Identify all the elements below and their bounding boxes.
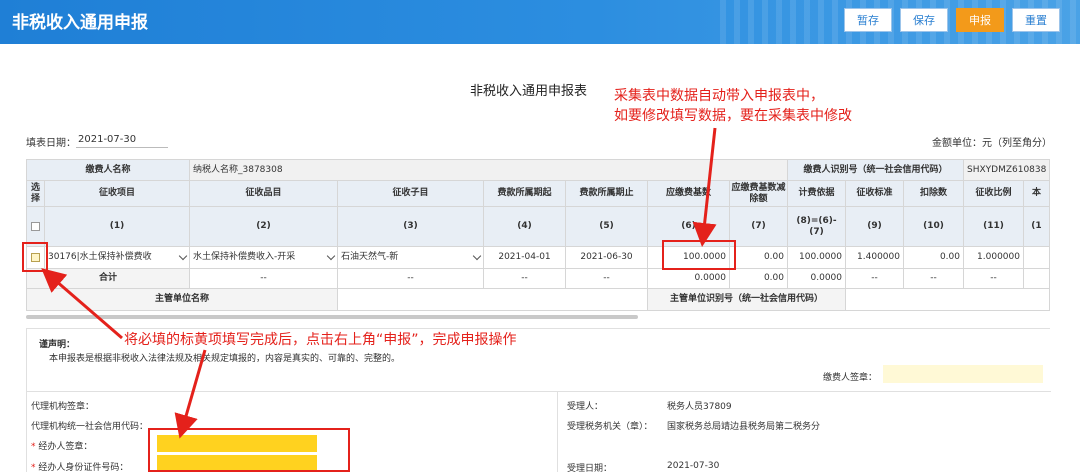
authority-value: 国家税务总局靖边县税务局第二税务分 xyxy=(667,422,821,432)
col-header-ratio: 征收比例 xyxy=(964,181,1024,207)
chevron-down-icon xyxy=(472,251,482,261)
end-date-cell: 2021-06-30 xyxy=(566,247,648,269)
select-all-cell xyxy=(26,207,45,247)
col-num-5: (5) xyxy=(566,207,648,247)
more-cell xyxy=(1024,247,1050,269)
total-dash-10: -- xyxy=(904,269,964,289)
declaration-text: 本申报表是根据非税收入法律法规及相关规定填报的，内容是真实的、可靠的、完整的。 xyxy=(49,354,401,364)
select-all-checkbox[interactable] xyxy=(31,222,40,231)
agency-seal-label: 代理机构签章： xyxy=(31,402,95,412)
unit-label: 金额单位：元（列至角分） xyxy=(932,138,1052,149)
chevron-down-icon xyxy=(326,251,336,261)
total-dash-11: -- xyxy=(964,269,1024,289)
receive-date-value: 2021-07-30 xyxy=(667,461,720,471)
col-header-basis: 计费依据 xyxy=(788,181,846,207)
receive-date-label: 受理日期： xyxy=(567,464,613,472)
subdetail-select[interactable]: 石油天然气-新 xyxy=(338,247,484,269)
subitem-select[interactable]: 水土保持补偿费收入-开采 xyxy=(190,247,338,269)
save-button[interactable]: 保存 xyxy=(900,8,948,32)
temp-save-button[interactable]: 暂存 xyxy=(844,8,892,32)
subitem-select-value: 水土保持补偿费收入-开采 xyxy=(193,252,296,262)
supervisor-name-label: 主管单位名称 xyxy=(26,289,338,311)
chevron-down-icon xyxy=(178,251,188,261)
payer-name-label: 缴费人名称 xyxy=(26,159,190,181)
total-dash-3: -- xyxy=(338,269,484,289)
standard-cell: 1.400000 xyxy=(846,247,904,269)
form-title: 非税收入通用申报表 xyxy=(470,84,588,99)
col-header-base: 应缴费基数 xyxy=(648,181,730,207)
col-header-deduct: 扣除数 xyxy=(904,181,964,207)
agency-code-label: 代理机构统一社会信用代码： xyxy=(31,422,149,432)
col-num-3: (3) xyxy=(338,207,484,247)
authority-label: 受理税务机关（章）： xyxy=(567,422,653,432)
subdetail-select-value: 石油天然气-新 xyxy=(341,252,399,262)
col-header-standard: 征收标准 xyxy=(846,181,904,207)
item-select-value: 30176|水土保持补偿费收 xyxy=(48,252,152,262)
deduct-input[interactable]: 0.00 xyxy=(904,247,964,269)
deduct-base-input[interactable]: 0.00 xyxy=(730,247,788,269)
payer-sign-field[interactable] xyxy=(883,365,1043,383)
payer-sign-label: 缴费人签章： xyxy=(823,373,878,383)
supervisor-name-value xyxy=(338,289,648,311)
handler-fields-highlight-box xyxy=(148,428,350,472)
date-underline xyxy=(76,147,168,148)
ratio-cell: 1.000000 xyxy=(964,247,1024,269)
col-num-4: (4) xyxy=(484,207,566,247)
col-num-9: (9) xyxy=(846,207,904,247)
start-date-cell: 2021-04-01 xyxy=(484,247,566,269)
payer-name-value: 纳税人名称_3878308 xyxy=(190,159,788,181)
app-title: 非税收入通用申报 xyxy=(12,13,148,33)
col-num-2: (2) xyxy=(190,207,338,247)
item-select[interactable]: 30176|水土保持补偿费收 xyxy=(45,247,190,269)
base-highlight-box xyxy=(662,240,736,270)
basis-cell: 100.0000 xyxy=(788,247,846,269)
total-deduct-base: 0.00 xyxy=(730,269,788,289)
app-header: 非税收入通用申报 暂存 保存 申报 重置 xyxy=(0,0,1080,44)
col-num-7: (7) xyxy=(730,207,788,247)
col-header-more: 本 xyxy=(1024,181,1050,207)
declare-button[interactable]: 申报 xyxy=(956,8,1004,32)
total-label: 合计 xyxy=(26,269,190,289)
col-header-item: 征收项目 xyxy=(45,181,190,207)
declaration-title: 谨声明： xyxy=(39,340,76,350)
annotation-top-line1: 采集表中数据自动带入申报表中， xyxy=(614,88,824,104)
col-num-8: (8)=(6)-(7) xyxy=(788,207,846,247)
supervisor-id-label: 主管单位识别号（统一社会信用代码） xyxy=(648,289,846,311)
total-basis: 0.0000 xyxy=(788,269,846,289)
receiver-value: 税务人员37809 xyxy=(667,402,732,412)
total-dash-4: -- xyxy=(484,269,566,289)
col-header-deduct-base: 应缴费基数减除额 xyxy=(730,181,788,207)
col-num-11: (11) xyxy=(964,207,1024,247)
reset-button[interactable]: 重置 xyxy=(1012,8,1060,32)
payer-id-value: SHXYDMZ610838 xyxy=(964,159,1050,181)
col-header-start: 费款所属期起 xyxy=(484,181,566,207)
supervisor-id-value xyxy=(846,289,1050,311)
receiver-label: 受理人： xyxy=(567,402,604,412)
total-dash-5: -- xyxy=(566,269,648,289)
payer-id-label: 缴费人识别号（统一社会信用代码） xyxy=(788,159,964,181)
col-header-subdetail: 征收子目 xyxy=(338,181,484,207)
col-num-12: (1 xyxy=(1024,207,1050,247)
handler-id-label: * 经办人身份证件号码： xyxy=(31,463,129,472)
col-num-10: (10) xyxy=(904,207,964,247)
section-divider xyxy=(27,391,1051,392)
col-num-1: (1) xyxy=(45,207,190,247)
total-more xyxy=(1024,269,1050,289)
date-label: 填表日期： xyxy=(26,138,76,149)
total-base: 0.0000 xyxy=(648,269,730,289)
col-header-select: 选择 xyxy=(26,181,45,207)
total-dash-9: -- xyxy=(846,269,904,289)
annotation-top-line2: 如要修改填写数据，要在采集表中修改 xyxy=(614,108,852,124)
section-vertical-divider xyxy=(557,391,558,472)
handler-sign-label: * 经办人签章： xyxy=(31,442,93,452)
checkbox-highlight-box xyxy=(22,242,48,272)
annotation-middle: 将必填的标黄项填写完成后，点击右上角“申报”，完成申报操作 xyxy=(124,332,517,348)
col-header-subitem: 征收品目 xyxy=(190,181,338,207)
col-header-end: 费款所属期止 xyxy=(566,181,648,207)
date-value: 2021-07-30 xyxy=(78,134,137,145)
total-dash-2: -- xyxy=(190,269,338,289)
table-horizontal-scrollbar[interactable] xyxy=(26,315,638,319)
